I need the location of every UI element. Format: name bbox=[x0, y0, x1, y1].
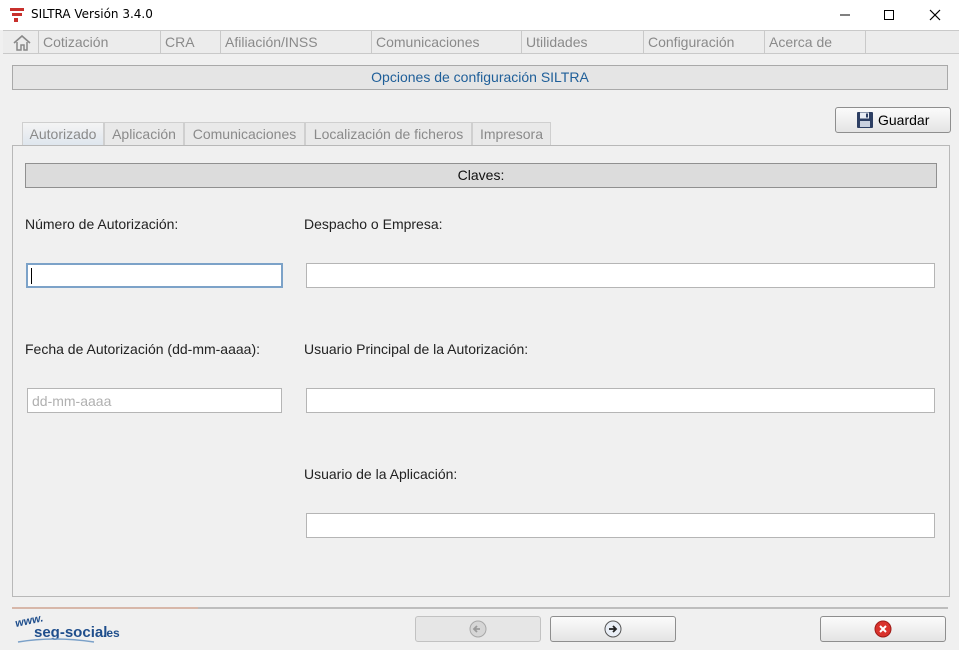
seg-social-logo: www. seg-social .es bbox=[14, 612, 120, 643]
close-icon bbox=[929, 9, 941, 21]
svg-text:seg-social: seg-social bbox=[34, 624, 107, 641]
text-caret bbox=[31, 268, 32, 284]
next-button[interactable] bbox=[550, 616, 676, 642]
tab-comunicaciones[interactable]: Comunicaciones bbox=[184, 122, 305, 145]
section-title: Claves: bbox=[25, 163, 937, 188]
arrow-right-circle-icon bbox=[604, 620, 622, 638]
menu-afiliacion-inss[interactable]: Afiliación/INSS bbox=[221, 31, 372, 54]
minimize-button[interactable] bbox=[822, 0, 868, 30]
tab-aplicacion[interactable]: Aplicación bbox=[104, 122, 184, 145]
tab-autorizado[interactable]: Autorizado bbox=[22, 122, 104, 145]
menu-cra[interactable]: CRA bbox=[161, 31, 221, 54]
menu-home-button[interactable] bbox=[5, 31, 39, 54]
usuario-aplicacion-label: Usuario de la Aplicación: bbox=[304, 466, 458, 482]
title-bar: SILTRA Versión 3.4.0 bbox=[0, 0, 959, 30]
exit-button[interactable] bbox=[820, 616, 946, 642]
menu-cotizacion[interactable]: Cotización bbox=[39, 31, 161, 54]
maximize-icon bbox=[884, 10, 894, 20]
previous-button[interactable] bbox=[415, 616, 541, 642]
fecha-autorizacion-input[interactable] bbox=[27, 388, 282, 413]
menu-bar: Cotización CRA Afiliación/INSS Comunicac… bbox=[3, 30, 959, 54]
numero-autorizacion-label: Número de Autorización: bbox=[25, 216, 179, 232]
menu-configuracion[interactable]: Configuración bbox=[644, 31, 765, 54]
usuario-aplicacion-input[interactable] bbox=[306, 513, 935, 538]
save-button[interactable]: Guardar bbox=[835, 107, 951, 133]
window-title: SILTRA Versión 3.4.0 bbox=[31, 7, 153, 21]
home-icon bbox=[12, 34, 31, 51]
close-window-button[interactable] bbox=[912, 0, 958, 30]
menu-comunicaciones[interactable]: Comunicaciones bbox=[372, 31, 522, 54]
floppy-disk-icon bbox=[857, 112, 873, 128]
maximize-button[interactable] bbox=[866, 0, 912, 30]
usuario-principal-input[interactable] bbox=[306, 388, 935, 413]
tab-localizacion-ficheros[interactable]: Localización de ficheros bbox=[305, 122, 472, 145]
svg-text:.es: .es bbox=[103, 626, 120, 640]
footer-divider-accent bbox=[12, 607, 198, 609]
despacho-empresa-input[interactable] bbox=[306, 263, 935, 288]
page-title: Opciones de configuración SILTRA bbox=[12, 65, 948, 90]
fecha-autorizacion-label: Fecha de Autorización (dd-mm-aaaa): bbox=[25, 341, 260, 357]
save-button-label: Guardar bbox=[878, 112, 930, 128]
menu-utilidades[interactable]: Utilidades bbox=[522, 31, 644, 54]
tab-impresora[interactable]: Impresora bbox=[472, 122, 551, 145]
numero-autorizacion-input[interactable] bbox=[26, 263, 283, 288]
menu-acerca-de[interactable]: Acerca de bbox=[765, 31, 866, 54]
arrow-left-circle-icon bbox=[469, 620, 487, 638]
minimize-icon bbox=[840, 14, 850, 16]
siltra-logo-icon bbox=[10, 8, 24, 22]
red-x-circle-icon bbox=[874, 620, 892, 638]
despacho-empresa-label: Despacho o Empresa: bbox=[304, 216, 443, 232]
usuario-principal-label: Usuario Principal de la Autorización: bbox=[304, 341, 529, 357]
